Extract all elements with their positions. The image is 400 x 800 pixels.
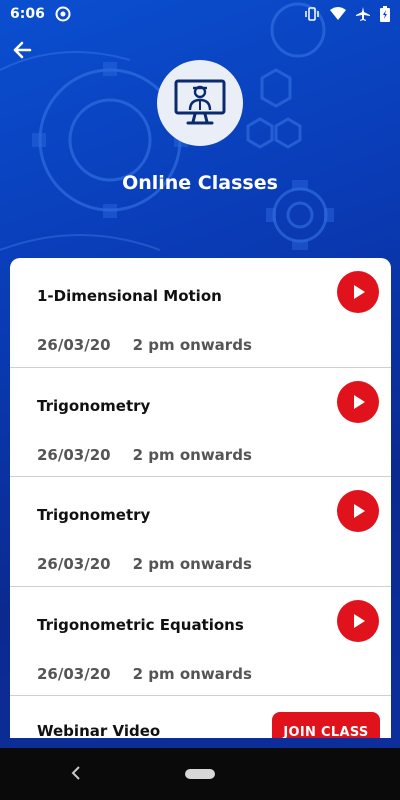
class-title: Trigonometry <box>37 506 151 524</box>
sync-icon <box>55 6 71 22</box>
airplane-icon <box>356 7 370 21</box>
page-title: Online Classes <box>122 172 278 194</box>
hero-icon-circle <box>157 60 243 146</box>
class-meta: 26/03/20 2 pm onwards <box>37 446 252 464</box>
play-button[interactable] <box>337 490 379 532</box>
join-class-button[interactable]: JOIN CLASS <box>272 712 380 738</box>
nav-back-icon[interactable] <box>70 765 82 786</box>
play-icon <box>354 394 365 409</box>
class-date: 26/03/20 <box>37 664 111 683</box>
vibrate-icon <box>304 7 320 21</box>
wifi-icon <box>330 7 346 21</box>
class-time: 2 pm onwards <box>132 336 252 354</box>
play-button[interactable] <box>337 599 379 642</box>
webinar-row[interactable]: Webinar Video JOIN CLASS <box>10 696 391 738</box>
class-date: 26/03/20 <box>37 336 111 354</box>
play-icon <box>354 613 365 628</box>
online-classes-screen: 6:06 Online Classes 1-Dimensional Motion… <box>0 0 400 800</box>
arrow-left-icon <box>13 41 32 59</box>
play-icon <box>354 285 365 299</box>
system-nav-bar <box>0 748 400 800</box>
class-time: 2 pm onwards <box>132 555 252 573</box>
webinar-title: Webinar Video <box>37 722 161 738</box>
class-title: Trigonometric Equations <box>37 615 244 634</box>
class-time: 2 pm onwards <box>132 664 252 683</box>
classes-list: 1-Dimensional Motion 26/03/20 2 pm onwar… <box>10 258 391 738</box>
play-icon <box>354 504 365 518</box>
class-row[interactable]: Trigonometry 26/03/20 2 pm onwards <box>10 477 391 587</box>
class-meta: 26/03/20 2 pm onwards <box>37 555 252 573</box>
class-meta: 26/03/20 2 pm onwards <box>37 336 252 354</box>
class-time: 2 pm onwards <box>132 445 252 464</box>
nav-home-pill[interactable] <box>185 769 215 779</box>
class-title: 1-Dimensional Motion <box>37 287 222 305</box>
battery-icon <box>380 6 390 22</box>
status-icons <box>304 6 390 22</box>
class-date: 26/03/20 <box>37 555 111 573</box>
class-row[interactable]: 1-Dimensional Motion 26/03/20 2 pm onwar… <box>10 258 391 368</box>
play-button[interactable] <box>337 271 379 313</box>
back-button[interactable] <box>8 36 36 64</box>
class-row[interactable]: Trigonometry 26/03/20 2 pm onwards <box>10 368 391 477</box>
play-button[interactable] <box>337 380 379 423</box>
class-meta: 26/03/20 2 pm onwards <box>37 665 252 683</box>
class-title: Trigonometry <box>37 396 151 415</box>
status-bar: 6:06 <box>0 0 400 28</box>
status-time: 6:06 <box>10 6 45 22</box>
class-date: 26/03/20 <box>37 445 111 464</box>
class-row[interactable]: Trigonometric Equations 26/03/20 2 pm on… <box>10 587 391 696</box>
teacher-monitor-icon <box>174 79 226 125</box>
